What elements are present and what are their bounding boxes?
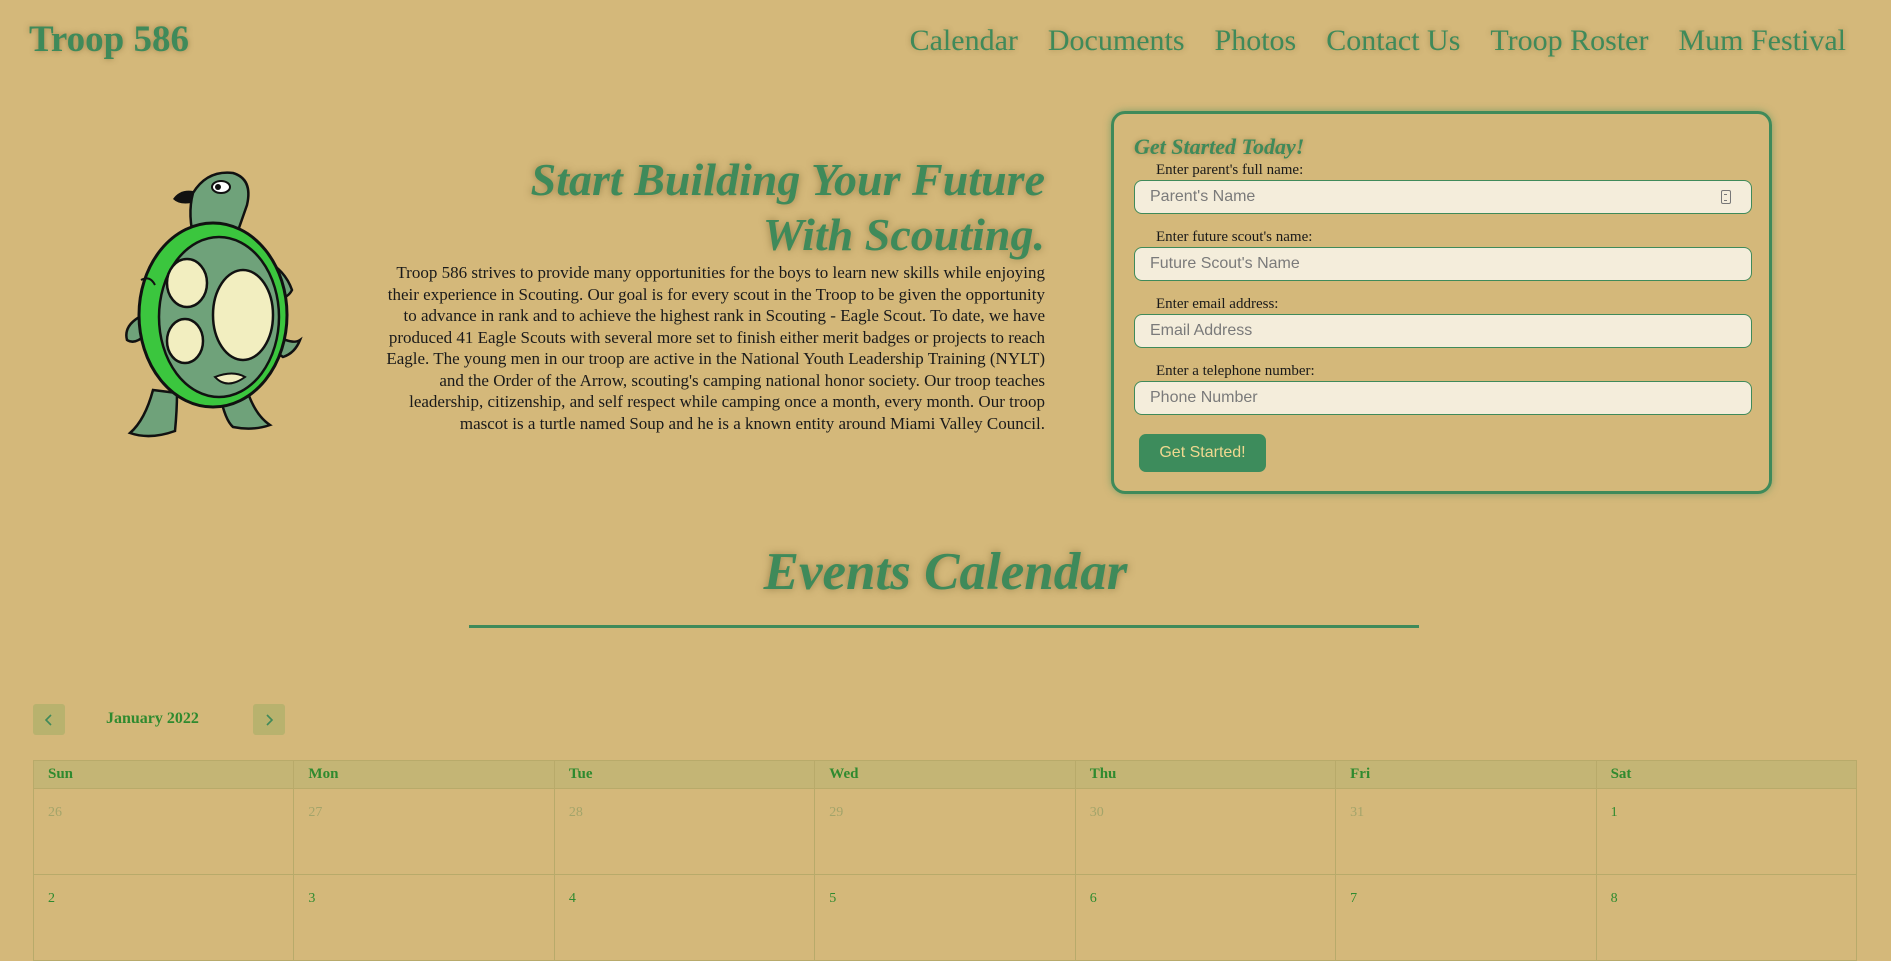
weekday-header: Tue (554, 761, 816, 789)
weekday-header: Thu (1075, 761, 1337, 789)
prev-month-button[interactable] (33, 704, 65, 735)
parent-name-input[interactable] (1134, 180, 1752, 214)
phone-label: Enter a telephone number: (1156, 363, 1315, 379)
calendar-day-cell[interactable]: 31 (1336, 789, 1597, 875)
calendar-day-cell[interactable]: 2 (34, 875, 295, 961)
calendar-day-cell[interactable]: 30 (1075, 789, 1337, 875)
calendar-day-cell[interactable]: 1 (1596, 789, 1857, 875)
scout-name-label: Enter future scout's name: (1156, 229, 1313, 245)
calendar-day-cell[interactable]: 28 (554, 789, 816, 875)
brand-logo[interactable]: Troop 586 (29, 18, 189, 61)
scout-name-input[interactable] (1134, 247, 1752, 281)
calendar-day-cell[interactable]: 27 (294, 789, 555, 875)
main-nav: Calendar Documents Photos Contact Us Tro… (910, 24, 1846, 58)
phone-input[interactable] (1134, 381, 1752, 415)
weekday-header: Wed (815, 761, 1076, 789)
signup-title: Get Started Today! (1134, 134, 1305, 159)
calendar-day-cell[interactable]: 29 (815, 789, 1076, 875)
calendar-day-cell[interactable]: 5 (815, 875, 1076, 961)
next-month-button[interactable] (253, 704, 285, 735)
calendar-day-cell[interactable]: 26 (34, 789, 295, 875)
chevron-left-icon (44, 713, 52, 726)
events-calendar-title: Events Calendar (763, 543, 1128, 601)
signup-form: Get Started Today! Enter parent's full n… (1111, 111, 1772, 494)
calendar-day-cell[interactable]: 4 (554, 875, 816, 961)
calendar-month-label: January 2022 (106, 710, 199, 727)
nav-documents[interactable]: Documents (1048, 24, 1185, 58)
email-label: Enter email address: (1156, 296, 1279, 312)
nav-contact-us[interactable]: Contact Us (1326, 24, 1460, 58)
email-input[interactable] (1134, 314, 1752, 348)
parent-name-label: Enter parent's full name: (1156, 162, 1304, 178)
turtle-mascot-image (125, 171, 303, 438)
nav-mum-festival[interactable]: Mum Festival (1678, 24, 1846, 58)
calendar-day-cell[interactable]: 8 (1596, 875, 1857, 961)
hero-description: Troop 586 strives to provide many opport… (386, 263, 1045, 433)
nav-troop-roster[interactable]: Troop Roster (1490, 24, 1648, 58)
get-started-button[interactable]: Get Started! (1139, 434, 1266, 472)
nav-photos[interactable]: Photos (1215, 24, 1297, 58)
nav-calendar[interactable]: Calendar (910, 24, 1018, 58)
autofill-contact-icon[interactable] (1721, 190, 1731, 204)
calendar-day-cell[interactable]: 3 (294, 875, 555, 961)
weekday-header: Fri (1336, 761, 1597, 789)
weekday-header: Sun (34, 761, 295, 789)
chevron-right-icon (266, 713, 274, 726)
calendar-day-cell[interactable]: 6 (1075, 875, 1337, 961)
weekday-header: Mon (294, 761, 555, 789)
hero-title: Start Building Your Future With Scouting… (530, 154, 1045, 260)
calendar-day-cell[interactable]: 7 (1336, 875, 1597, 961)
weekday-header: Sat (1596, 761, 1857, 789)
title-divider (469, 625, 1419, 628)
calendar-grid: Sun Mon Tue Wed Thu Fri Sat 26 27 28 29 30 31 1 2 3 4 5 6 7… (33, 760, 1857, 961)
